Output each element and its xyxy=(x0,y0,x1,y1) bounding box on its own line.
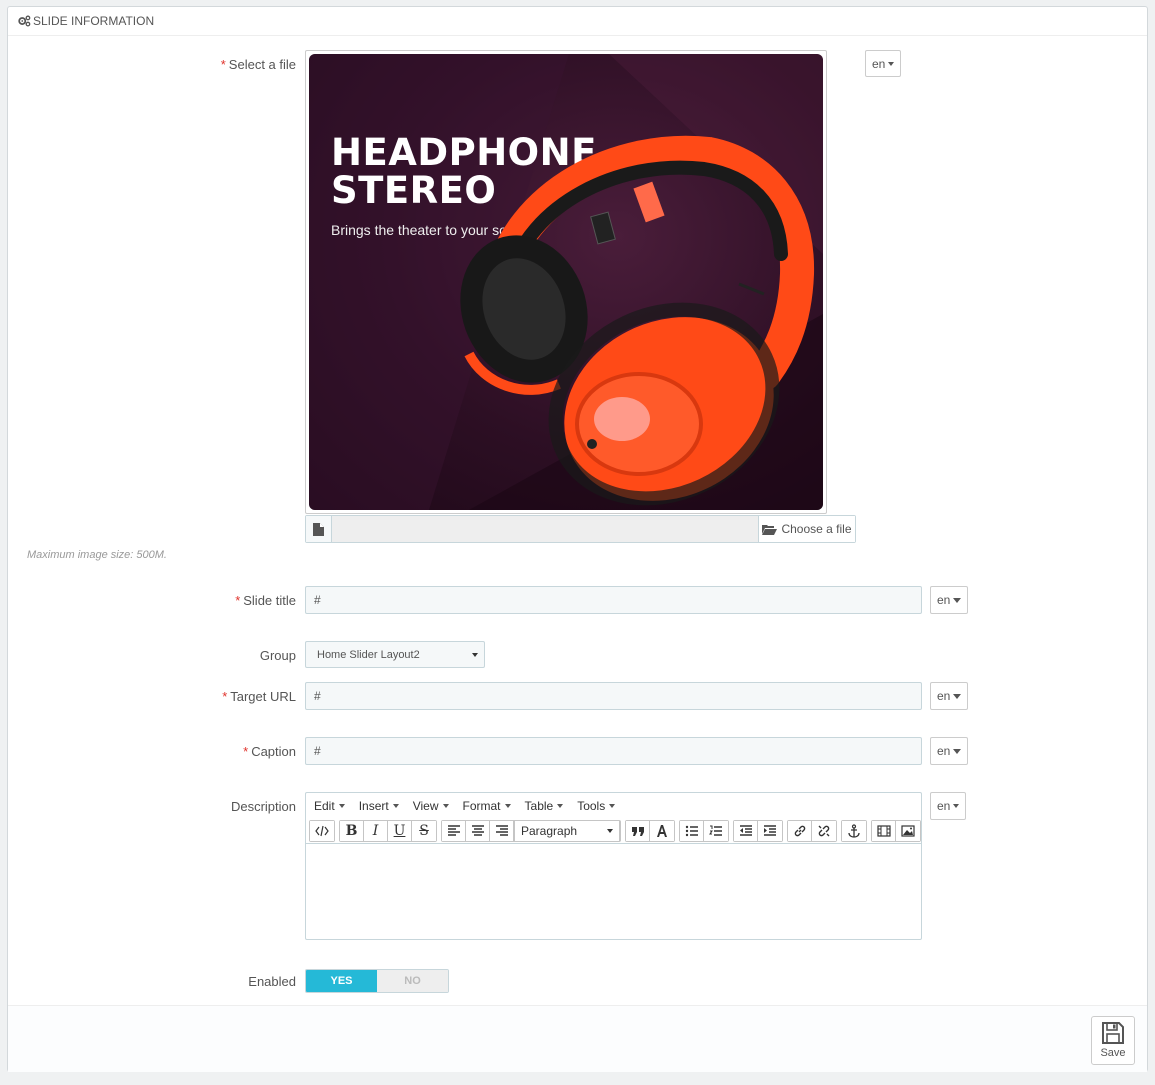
slide-image-preview: HEADPHONE STEREO Brings the theater to y… xyxy=(305,50,827,514)
align-left-icon xyxy=(447,825,460,836)
target-url-language-dropdown[interactable]: en xyxy=(930,682,969,710)
anchor-button[interactable] xyxy=(842,821,866,841)
panel-heading: SLIDE INFORMATION xyxy=(8,7,1147,36)
italic-button[interactable]: I xyxy=(364,821,388,841)
description-label: Description xyxy=(230,799,296,814)
caret-down-icon xyxy=(953,748,962,754)
caption-label: * Caption xyxy=(243,744,296,759)
required-mark: * xyxy=(220,57,226,72)
file-input-group: Choose a file xyxy=(305,515,856,543)
file-name-field[interactable] xyxy=(332,516,759,542)
anchor-icon xyxy=(848,824,860,838)
align-center-button[interactable] xyxy=(466,821,490,841)
outdent-button[interactable] xyxy=(734,821,758,841)
menu-insert[interactable]: Insert xyxy=(359,799,399,813)
cogs-icon xyxy=(18,15,31,27)
unlink-icon xyxy=(818,825,830,837)
editor-menubar: Edit Insert View Format Table Tools xyxy=(306,793,921,819)
target-url-label: * Target URL xyxy=(222,689,296,704)
numbered-list-icon xyxy=(709,825,722,836)
enabled-no-option[interactable]: NO xyxy=(377,970,448,992)
slide-title-language-dropdown[interactable]: en xyxy=(930,586,969,614)
insert-media-button[interactable] xyxy=(872,821,896,841)
menu-tools[interactable]: Tools xyxy=(577,799,616,813)
panel-title: SLIDE INFORMATION xyxy=(33,14,155,28)
file-icon-cell xyxy=(306,516,332,542)
link-icon xyxy=(794,825,805,837)
source-code-button[interactable] xyxy=(310,821,334,841)
panel-footer: Save xyxy=(8,1005,1147,1072)
group-select[interactable]: Home Slider Layout2 xyxy=(305,641,485,668)
menu-edit[interactable]: Edit xyxy=(314,799,345,813)
enabled-switch[interactable]: YES NO xyxy=(305,969,449,993)
indent-button[interactable] xyxy=(758,821,782,841)
strikethrough-button[interactable]: S xyxy=(412,821,436,841)
align-center-icon xyxy=(471,825,484,836)
text-color-button[interactable] xyxy=(650,821,674,841)
editor-toolbar: B I U S Paragraph xyxy=(306,819,921,844)
quote-icon xyxy=(631,827,644,836)
menu-format[interactable]: Format xyxy=(463,799,511,813)
code-icon xyxy=(315,825,329,837)
bold-button[interactable]: B xyxy=(340,821,364,841)
slide-title-input[interactable]: # xyxy=(305,586,922,614)
caret-down-icon xyxy=(888,61,895,66)
bullet-list-icon xyxy=(685,825,698,837)
remove-link-button[interactable] xyxy=(812,821,836,841)
headphone-graphic xyxy=(460,135,815,506)
select-file-label: * Select a file xyxy=(220,57,296,72)
bullet-list-button[interactable] xyxy=(680,821,704,841)
description-language-dropdown[interactable]: en xyxy=(930,792,967,820)
slide-image: HEADPHONE STEREO Brings the theater to y… xyxy=(309,54,823,510)
blockquote-button[interactable] xyxy=(626,821,650,841)
menu-view[interactable]: View xyxy=(413,799,449,813)
slide-information-panel: SLIDE INFORMATION * Select a file HEADPHO… xyxy=(7,6,1148,1072)
caret-down-icon xyxy=(953,804,960,808)
max-image-size-hint: Maximum image size: 500M. xyxy=(27,549,167,561)
folder-open-icon xyxy=(762,524,778,535)
caption-input[interactable]: # xyxy=(305,737,922,765)
enabled-yes-option[interactable]: YES xyxy=(306,970,377,992)
underline-button[interactable]: U xyxy=(388,821,412,841)
image-icon xyxy=(901,825,915,837)
numbered-list-button[interactable] xyxy=(704,821,728,841)
caret-down-icon xyxy=(953,597,962,603)
caret-down-icon xyxy=(472,652,478,657)
enabled-label: Enabled xyxy=(248,974,296,989)
description-editor: Edit Insert View Format Table Tools B I … xyxy=(305,792,922,940)
floppy-disk-icon xyxy=(1102,1022,1124,1044)
insert-link-button[interactable] xyxy=(788,821,812,841)
indent-icon xyxy=(764,825,776,836)
format-select[interactable]: Paragraph xyxy=(514,821,620,841)
menu-table[interactable]: Table xyxy=(525,799,564,813)
outdent-icon xyxy=(739,825,752,836)
insert-image-button[interactable] xyxy=(896,821,920,841)
caption-language-dropdown[interactable]: en xyxy=(930,737,969,765)
align-right-button[interactable] xyxy=(490,821,514,841)
align-right-icon xyxy=(495,825,508,836)
align-left-button[interactable] xyxy=(442,821,466,841)
editor-content-area[interactable] xyxy=(306,844,921,939)
file-icon xyxy=(313,522,324,536)
text-color-icon xyxy=(657,825,667,837)
group-label: Group xyxy=(259,648,296,663)
film-icon xyxy=(876,825,891,837)
slide-title-label: * Slide title xyxy=(235,593,296,608)
target-url-input[interactable]: # xyxy=(305,682,922,710)
choose-file-button[interactable]: Choose a file xyxy=(759,516,855,542)
image-language-dropdown[interactable]: en xyxy=(865,50,902,77)
save-button[interactable]: Save xyxy=(1091,1016,1135,1065)
caret-down-icon xyxy=(953,693,962,699)
